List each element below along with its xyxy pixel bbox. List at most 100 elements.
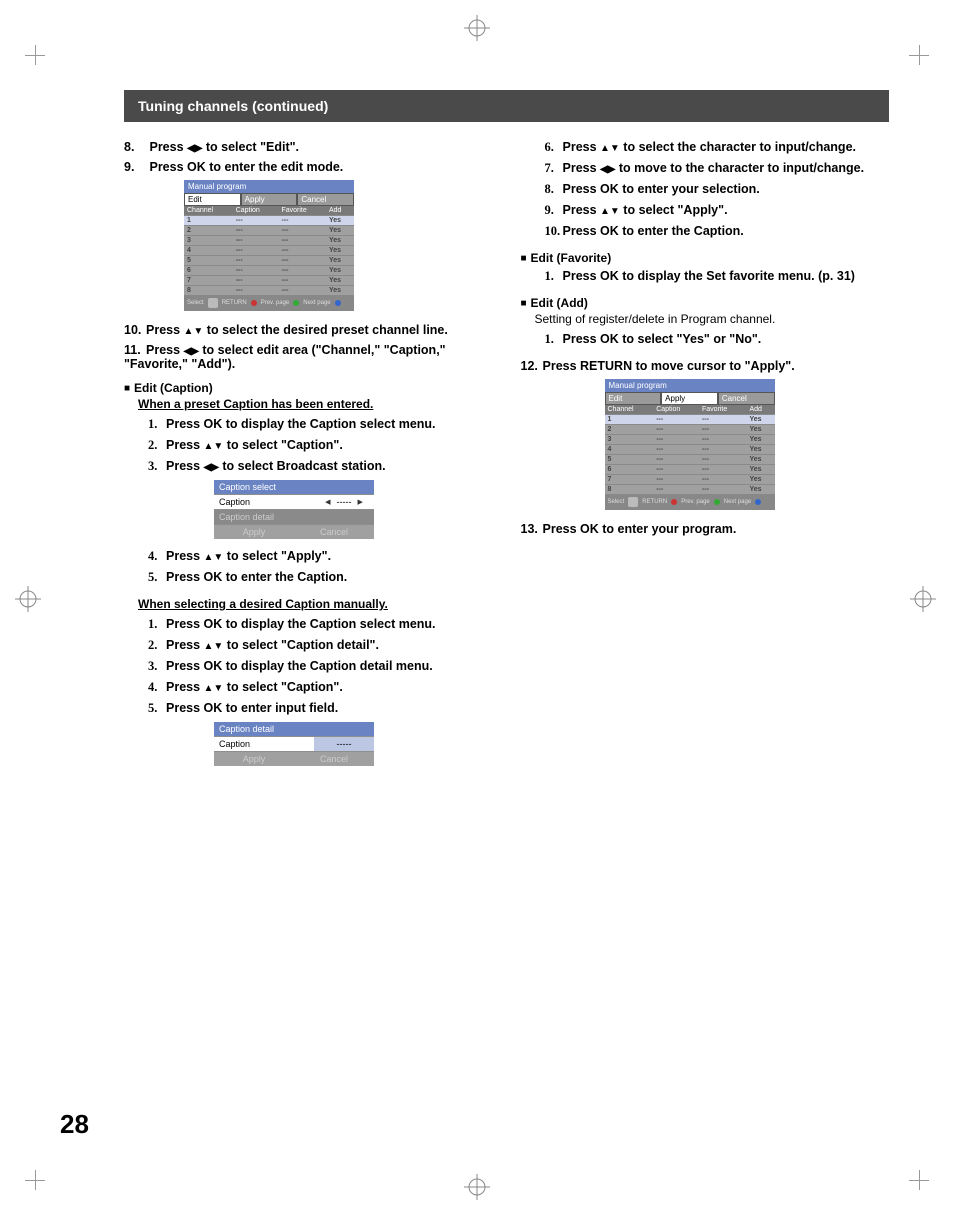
cell: --- [278, 266, 326, 276]
green-dot-icon [714, 499, 720, 505]
cell: --- [653, 415, 699, 425]
osd-row: 2------Yes [184, 226, 354, 236]
step-text: Press OK to enter your selection. [563, 182, 760, 196]
footer-select: Select [608, 499, 625, 505]
step-text: Press RETURN to move cursor to "Apply". [543, 359, 795, 373]
manual-caption-subheading: When selecting a desired Caption manuall… [138, 597, 493, 611]
crop-mark-icon [25, 1170, 45, 1190]
crop-mark-icon [25, 45, 45, 65]
cell: --- [233, 216, 279, 226]
osd-manual-program-2: Manual program Edit Apply Cancel Channel… [605, 379, 775, 510]
menu-value: ----- [314, 737, 374, 751]
menu-title: Caption detail [214, 722, 374, 736]
step-number: 8. [124, 140, 146, 154]
step-text: to select "Caption". [223, 680, 343, 694]
osd-footer: Select RETURN Prev. page Next page [605, 494, 775, 510]
osd-manual-program: Manual program Edit Apply Cancel Channel… [184, 180, 354, 311]
osd-col-add: Add [746, 405, 774, 415]
cell: Yes [746, 465, 774, 475]
cell: Yes [326, 226, 354, 236]
step-number: 9. [124, 160, 146, 174]
step-text: to select Broadcast station. [219, 459, 386, 473]
cell: Yes [326, 286, 354, 296]
crop-mark-icon [909, 45, 929, 65]
osd-table: Channel Caption Favorite Add 1------Yes … [184, 206, 354, 295]
step-number: 4. [148, 549, 166, 564]
osd-tab-edit: Edit [605, 392, 662, 405]
step-number: 6. [545, 140, 563, 155]
osd-row: 6------Yes [605, 465, 775, 475]
dpad-icon [628, 497, 638, 507]
green-dot-icon [293, 300, 299, 306]
osd-header-row: Channel Caption Favorite Add [184, 206, 354, 216]
manual-step-5: 5.Press OK to enter input field. [148, 701, 493, 716]
red-dot-icon [251, 300, 257, 306]
step-text: to select "Caption detail". [223, 638, 379, 652]
step-number: 12. [521, 359, 543, 373]
cell: Yes [326, 246, 354, 256]
osd-row: 1------Yes [184, 216, 354, 226]
cell: Yes [326, 266, 354, 276]
osd-row: 2------Yes [605, 425, 775, 435]
step-text: Press OK to display the Caption select m… [166, 617, 436, 631]
cell: --- [233, 226, 279, 236]
left-right-arrow-icon: ◀▶ [204, 462, 219, 473]
cell: 5 [605, 455, 654, 465]
right-step-9: 9.Press ▲▼ to select "Apply". [545, 203, 890, 218]
left-right-arrow-icon: ◀▶ [600, 164, 615, 175]
osd-row: 8------Yes [605, 485, 775, 495]
cell: 4 [605, 445, 654, 455]
menu-row-caption: Caption ----- [214, 736, 374, 751]
add-step-1: 1.Press OK to select "Yes" or "No". [545, 332, 890, 347]
dpad-icon [208, 298, 218, 308]
cell: 7 [605, 475, 654, 485]
cell: 1 [184, 216, 233, 226]
step-text: to select "Caption". [223, 438, 343, 452]
cell: --- [233, 256, 279, 266]
step-number: 1. [148, 417, 166, 432]
step-number: 2. [148, 638, 166, 653]
cell: --- [233, 266, 279, 276]
caption-step-3: 3.Press ◀▶ to select Broadcast station. [148, 459, 493, 474]
cell: 5 [184, 256, 233, 266]
apply-button: Apply [214, 751, 294, 766]
step-text: Press OK to enter input field. [166, 701, 338, 715]
caption-step-5: 5.Press OK to enter the Caption. [148, 570, 493, 585]
cell: Yes [326, 216, 354, 226]
manual-step-4: 4.Press ▲▼ to select "Caption". [148, 680, 493, 695]
step-text: Press [563, 203, 601, 217]
caption-detail-menu: Caption detail Caption ----- Apply Cance… [214, 722, 374, 766]
registration-mark-icon [464, 1174, 490, 1200]
step-text: to select the character to input/change. [620, 140, 856, 154]
menu-label: Caption detail [214, 510, 314, 524]
edit-caption-subheading: When a preset Caption has been entered. [138, 397, 493, 411]
osd-col-channel: Channel [184, 206, 233, 216]
osd-tabs: Edit Apply Cancel [605, 392, 775, 405]
cell: 4 [184, 246, 233, 256]
cell: --- [699, 465, 747, 475]
step-13: 13.Press OK to enter your program. [521, 522, 890, 536]
osd-row: 6------Yes [184, 266, 354, 276]
step-text: Press [563, 140, 601, 154]
manual-page: Tuning channels (continued) 8. Press ◀▶ … [0, 0, 954, 1205]
crop-mark-icon [909, 1170, 929, 1190]
step-12: 12.Press RETURN to move cursor to "Apply… [521, 359, 890, 373]
step-number: 9. [545, 203, 563, 218]
up-down-arrow-icon: ▲▼ [204, 441, 224, 452]
cancel-button: Cancel [294, 524, 374, 539]
osd-title: Manual program [184, 180, 354, 193]
osd-row: 3------Yes [184, 236, 354, 246]
menu-row-caption: Caption ◀-----▶ [214, 494, 374, 509]
cell: Yes [746, 475, 774, 485]
step-number: 13. [521, 522, 543, 536]
osd-row: 1------Yes [605, 415, 775, 425]
cell: --- [699, 415, 747, 425]
osd-tab-apply: Apply [661, 392, 718, 405]
cancel-button: Cancel [294, 751, 374, 766]
heading-text: Edit (Favorite) [531, 251, 612, 265]
step-number: 10. [545, 224, 563, 239]
step-text: Press [166, 680, 204, 694]
cell: 2 [184, 226, 233, 236]
cell: --- [653, 465, 699, 475]
osd-col-favorite: Favorite [278, 206, 326, 216]
